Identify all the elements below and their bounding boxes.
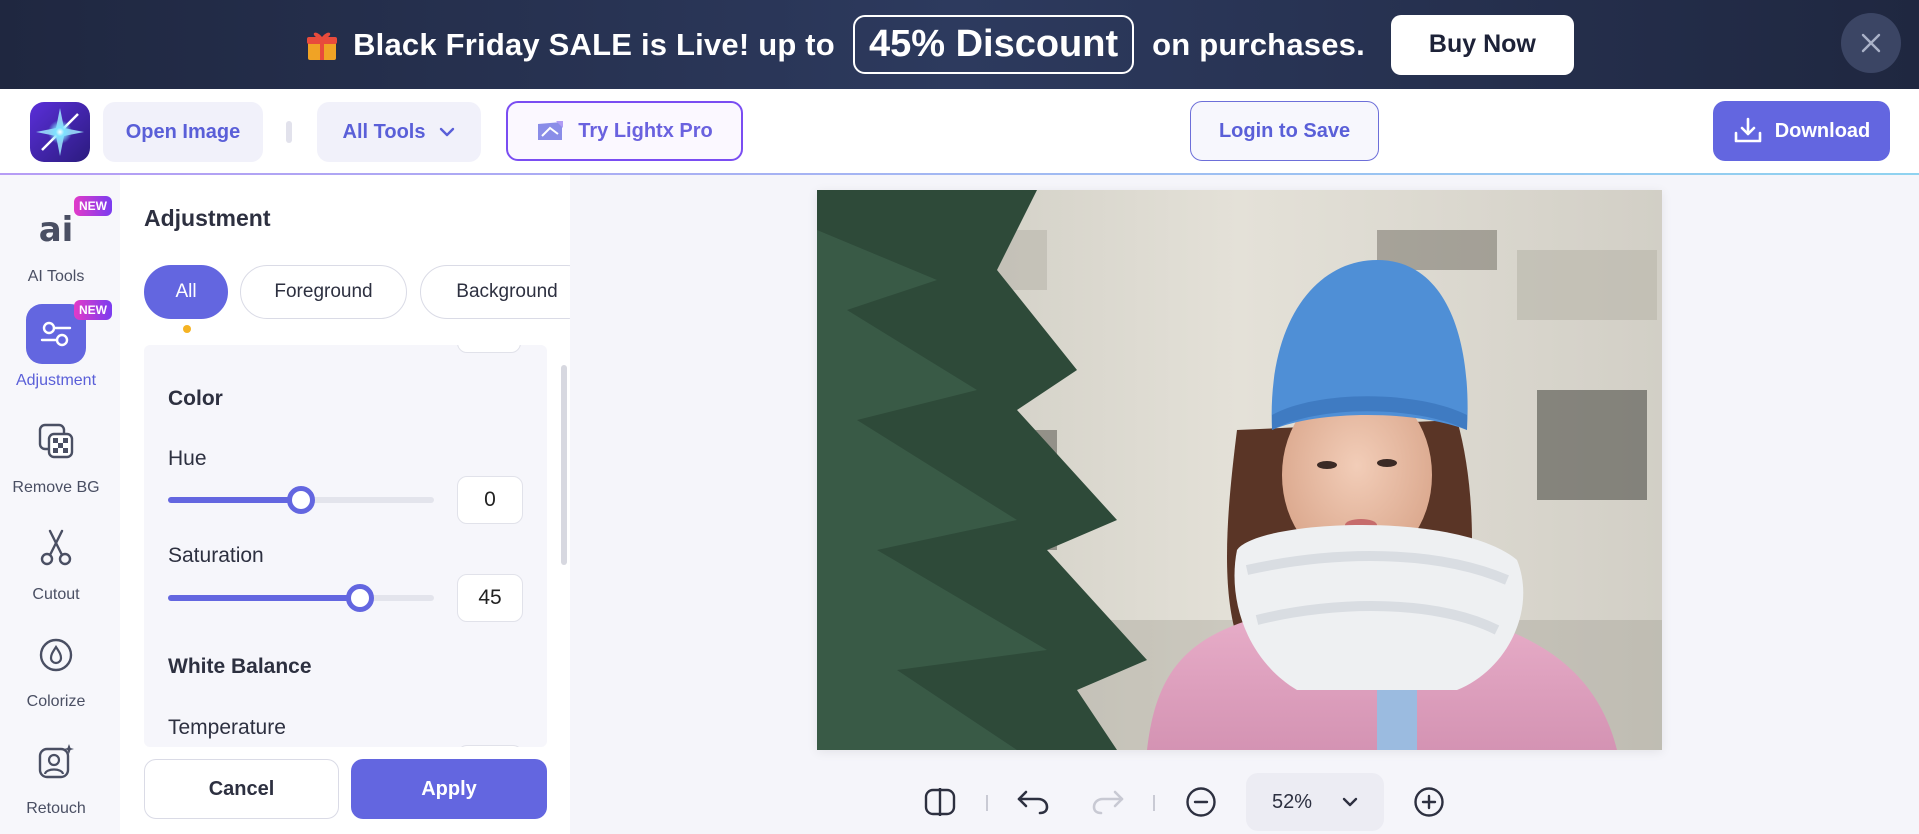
pro-crown-icon <box>538 121 564 140</box>
all-tools-dropdown[interactable]: All Tools <box>317 102 481 162</box>
top-toolbar: Open Image All Tools Try Lightx Pro Logi… <box>0 89 1919 175</box>
panel-scrollbar[interactable] <box>561 365 567 565</box>
download-button[interactable]: Download <box>1713 101 1890 161</box>
gift-icon <box>305 28 339 62</box>
zoom-in-button[interactable] <box>1407 775 1451 829</box>
ai-icon: ai NEW <box>26 196 112 260</box>
zoom-in-icon <box>1414 787 1444 817</box>
saturation-slider[interactable] <box>168 584 434 612</box>
saturation-slider-fill <box>168 595 360 601</box>
zoom-level: 52% <box>1271 790 1313 813</box>
close-banner-button[interactable] <box>1841 13 1901 73</box>
adjustment-settings: Color Hue 0 Saturation 45 White Balance … <box>144 345 547 747</box>
discount-badge: 45% Discount <box>852 15 1135 74</box>
section-title-color: Color <box>168 387 223 410</box>
login-to-save-button[interactable]: Login to Save <box>1190 101 1379 161</box>
open-image-button[interactable]: Open Image <box>103 102 263 162</box>
chevron-down-icon <box>1342 797 1358 807</box>
redo-button[interactable] <box>1086 775 1130 829</box>
remove-bg-icon <box>26 411 86 471</box>
rail-label: Colorize <box>26 693 86 710</box>
adjustment-icon: NEW <box>26 300 112 364</box>
zoom-out-button[interactable] <box>1179 775 1223 829</box>
saturation-slider-thumb[interactable] <box>345 584 374 612</box>
temperature-value-input[interactable] <box>457 745 523 747</box>
zoom-dropdown[interactable]: 52% <box>1246 773 1384 831</box>
chevron-down-icon <box>440 127 455 137</box>
saturation-label: Saturation <box>168 544 264 567</box>
scissors-icon <box>26 518 86 578</box>
temperature-label: Temperature <box>168 716 286 739</box>
left-tool-rail: ai NEW AI Tools NEW Adjustment Remove BG… <box>0 175 120 834</box>
lightx-logo[interactable] <box>30 102 90 162</box>
hue-slider-fill <box>168 497 301 503</box>
promo-text: Black Friday SALE is Live! up to <box>353 26 835 62</box>
filter-chip-all[interactable]: All <box>144 265 228 319</box>
promo-text-after: on purchases. <box>1152 26 1365 62</box>
hue-value-input[interactable]: 0 <box>457 476 523 524</box>
new-badge: NEW <box>74 300 112 320</box>
rail-item-ai-tools[interactable]: ai NEW AI Tools <box>0 196 112 286</box>
try-pro-button[interactable]: Try Lightx Pro <box>506 101 743 161</box>
apply-button[interactable]: Apply <box>351 759 547 819</box>
close-icon <box>1861 33 1881 53</box>
adjustment-panel: Adjustment All Foreground Background Col… <box>120 175 570 834</box>
rail-item-retouch[interactable]: Retouch <box>0 732 112 818</box>
saturation-value-input[interactable]: 45 <box>457 574 523 622</box>
rail-label: Remove BG <box>12 479 100 496</box>
previous-value-input[interactable] <box>457 345 521 353</box>
undo-button[interactable] <box>1011 775 1055 829</box>
cancel-button[interactable]: Cancel <box>144 759 339 819</box>
hue-slider-thumb[interactable] <box>287 486 315 514</box>
controls-divider <box>1153 795 1155 811</box>
new-badge: NEW <box>74 196 112 216</box>
edited-photo[interactable] <box>817 190 1662 750</box>
rail-label: Cutout <box>32 586 80 603</box>
rail-item-adjustment[interactable]: NEW Adjustment <box>0 300 112 390</box>
rail-label: Adjustment <box>15 372 97 389</box>
active-indicator-dot <box>183 325 191 333</box>
hue-label: Hue <box>168 447 207 470</box>
compare-icon <box>924 788 956 816</box>
toolbar-divider <box>286 121 292 143</box>
rail-item-cutout[interactable]: Cutout <box>0 518 112 604</box>
zoom-out-icon <box>1186 787 1216 817</box>
hue-slider[interactable] <box>168 486 434 514</box>
drop-icon <box>26 625 86 685</box>
download-icon <box>1734 117 1762 143</box>
rail-label: AI Tools <box>27 268 85 285</box>
compare-button[interactable] <box>918 775 962 829</box>
retouch-icon <box>26 732 86 792</box>
filter-chip-foreground[interactable]: Foreground <box>240 265 407 319</box>
undo-icon <box>1017 790 1049 815</box>
redo-icon <box>1092 790 1124 815</box>
buy-now-button[interactable]: Buy Now <box>1390 14 1574 75</box>
promo-banner: Black Friday SALE is Live! up to 45% Dis… <box>0 0 1919 89</box>
rail-label: Retouch <box>26 800 86 817</box>
filter-chip-background[interactable]: Background <box>420 265 570 319</box>
all-tools-label: All Tools <box>342 120 426 143</box>
try-pro-label: Try Lightx Pro <box>578 119 713 142</box>
rail-item-colorize[interactable]: Colorize <box>0 625 112 711</box>
rail-item-remove-bg[interactable]: Remove BG <box>0 411 112 497</box>
controls-divider <box>986 795 988 811</box>
download-label: Download <box>1774 119 1871 142</box>
section-title-white-balance: White Balance <box>168 655 312 678</box>
